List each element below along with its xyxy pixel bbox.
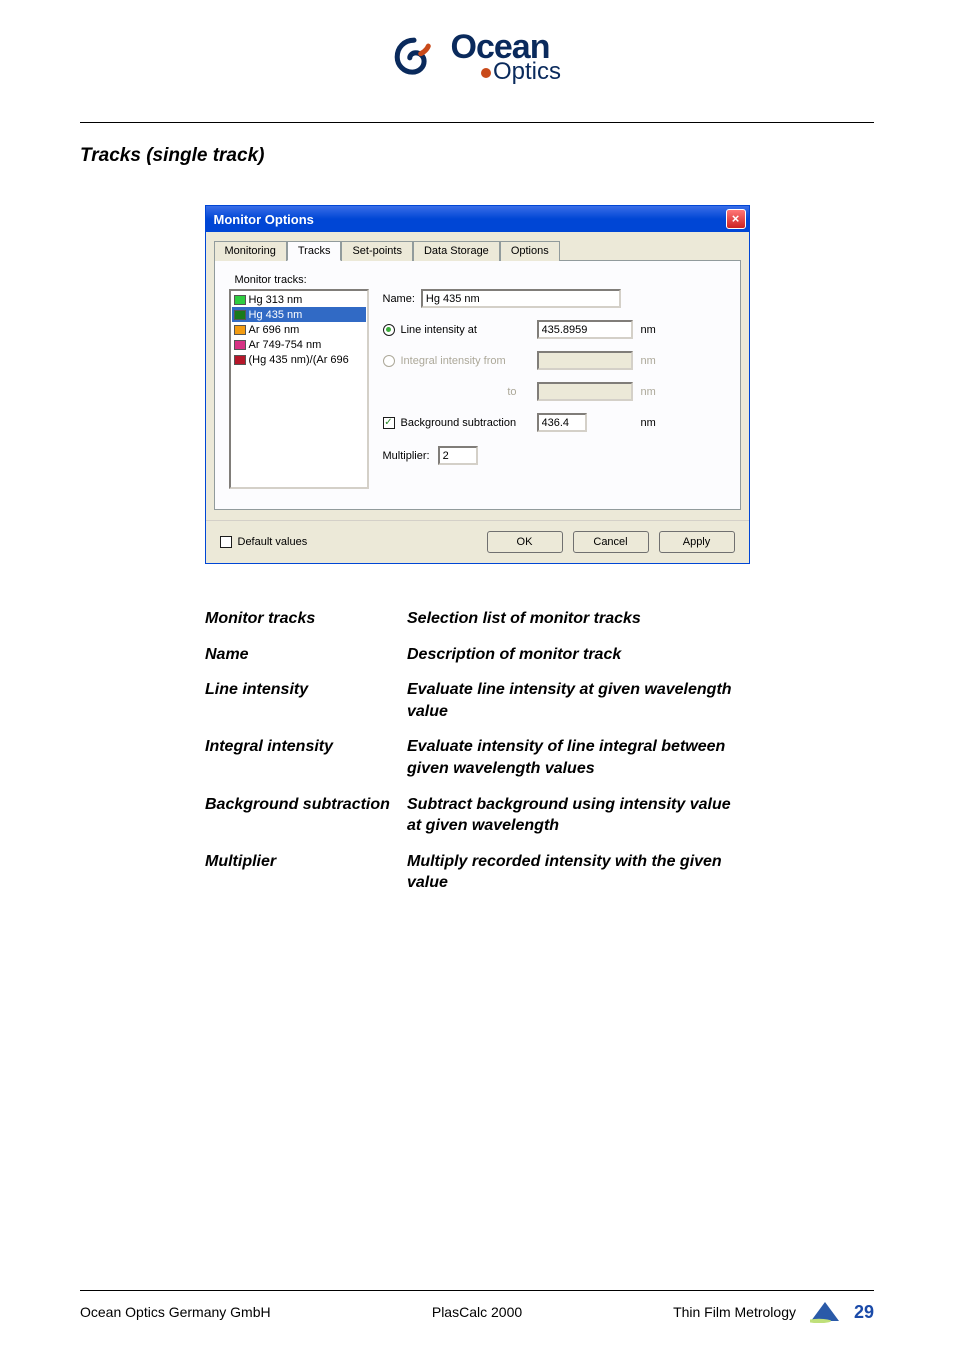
footer-rule — [80, 1290, 874, 1291]
brand-optics: Optics — [481, 60, 561, 84]
tab-setpoints[interactable]: Set-points — [341, 241, 413, 261]
table-row: NameDescription of monitor track — [199, 638, 755, 672]
integral-to-label: to — [401, 386, 531, 398]
tab-tracks[interactable]: Tracks — [287, 241, 342, 261]
definition-desc: Selection list of monitor tracks — [401, 602, 755, 636]
tab-strip: Monitoring Tracks Set-points Data Storag… — [206, 232, 749, 260]
definition-term: Multiplier — [199, 845, 399, 900]
brand-logo: Ocean Optics — [393, 30, 561, 84]
table-row: MultiplierMultiply recorded intensity wi… — [199, 845, 755, 900]
swirl-icon — [393, 36, 435, 78]
dialog-title: Monitor Options — [214, 212, 314, 227]
ok-button[interactable]: OK — [487, 531, 563, 553]
brand-optics-text: Optics — [493, 58, 561, 85]
name-input[interactable] — [421, 289, 621, 308]
list-item[interactable]: Hg 435 nm — [232, 307, 366, 322]
monitor-options-dialog: Monitor Options × Monitoring Tracks Set-… — [205, 205, 750, 564]
tab-options[interactable]: Options — [500, 241, 560, 261]
tab-monitoring[interactable]: Monitoring — [214, 241, 287, 261]
list-item[interactable]: Ar 696 nm — [232, 322, 366, 337]
bg-subtraction-label: Background subtraction — [401, 417, 531, 429]
cancel-button[interactable]: Cancel — [573, 531, 649, 553]
list-item[interactable]: Hg 313 nm — [232, 292, 366, 307]
table-row: Background subtractionSubtract backgroun… — [199, 788, 755, 843]
table-row: Line intensityEvaluate line intensity at… — [199, 673, 755, 728]
track-form: Name: Line intensity at nm Integral inte… — [383, 289, 726, 489]
header-rule — [80, 122, 874, 123]
color-swatch-icon — [234, 325, 246, 335]
list-item-label: Ar 696 nm — [249, 324, 300, 336]
definition-desc: Evaluate intensity of line integral betw… — [401, 730, 755, 785]
definitions-table: Monitor tracksSelection list of monitor … — [197, 600, 757, 902]
color-swatch-icon — [234, 340, 246, 350]
multiplier-label: Multiplier: — [383, 450, 430, 462]
list-item-label: Ar 749-754 nm — [249, 339, 322, 351]
multiplier-input[interactable] — [438, 446, 478, 465]
integral-intensity-label: Integral intensity from — [401, 355, 531, 367]
integral-to-input[interactable] — [537, 382, 633, 401]
color-swatch-icon — [234, 295, 246, 305]
default-values-checkbox[interactable] — [220, 536, 232, 548]
page-number: 29 — [854, 1302, 874, 1323]
apply-button[interactable]: Apply — [659, 531, 735, 553]
bg-subtraction-input[interactable] — [537, 413, 587, 432]
integral-intensity-radio[interactable] — [383, 355, 395, 367]
definition-term: Integral intensity — [199, 730, 399, 785]
tracks-listbox[interactable]: Hg 313 nm Hg 435 nm Ar 696 nm Ar 749-754 nm… — [229, 289, 369, 489]
name-label: Name: — [383, 293, 415, 305]
definition-desc: Multiply recorded intensity with the giv… — [401, 845, 755, 900]
table-row: Monitor tracksSelection list of monitor … — [199, 602, 755, 636]
close-icon[interactable]: × — [726, 209, 746, 229]
definition-term: Line intensity — [199, 673, 399, 728]
list-item[interactable]: (Hg 435 nm)/(Ar 696 — [232, 352, 366, 367]
definition-term: Name — [199, 638, 399, 672]
dot-icon — [481, 68, 491, 78]
line-intensity-input[interactable] — [537, 320, 633, 339]
definition-desc: Subtract background using intensity valu… — [401, 788, 755, 843]
tab-body: Monitor tracks: Hg 313 nm Hg 435 nm Ar 696… — [214, 260, 741, 510]
triangle-logo-icon — [810, 1301, 840, 1323]
bg-subtraction-checkbox[interactable] — [383, 417, 395, 429]
list-item[interactable]: Ar 749-754 nm — [232, 337, 366, 352]
integral-from-unit: nm — [641, 355, 656, 367]
monitor-tracks-label: Monitor tracks: — [235, 274, 726, 286]
default-values-label: Default values — [238, 536, 308, 548]
section-title: Tracks (single track) — [80, 145, 874, 167]
color-swatch-icon — [234, 310, 246, 320]
brand-header: Ocean Optics — [80, 0, 874, 104]
footer-right-text: Thin Film Metrology — [673, 1304, 796, 1320]
definition-desc: Evaluate line intensity at given wavelen… — [401, 673, 755, 728]
line-intensity-unit: nm — [641, 324, 656, 336]
dialog-titlebar[interactable]: Monitor Options × — [206, 206, 749, 232]
definition-desc: Description of monitor track — [401, 638, 755, 672]
bg-subtraction-unit: nm — [641, 417, 656, 429]
footer-mid: PlasCalc 2000 — [345, 1304, 610, 1320]
line-intensity-label: Line intensity at — [401, 324, 531, 336]
definition-term: Background subtraction — [199, 788, 399, 843]
footer-left: Ocean Optics Germany GmbH — [80, 1304, 345, 1320]
integral-to-unit: nm — [641, 386, 656, 398]
list-item-label: Hg 313 nm — [249, 294, 303, 306]
page-footer: Ocean Optics Germany GmbH PlasCalc 2000 … — [80, 1282, 874, 1323]
definition-term: Monitor tracks — [199, 602, 399, 636]
tab-data-storage[interactable]: Data Storage — [413, 241, 500, 261]
list-item-label: (Hg 435 nm)/(Ar 696 — [249, 354, 349, 366]
line-intensity-radio[interactable] — [383, 324, 395, 336]
table-row: Integral intensityEvaluate intensity of … — [199, 730, 755, 785]
dialog-button-row: Default values OK Cancel Apply — [206, 520, 749, 563]
integral-from-input[interactable] — [537, 351, 633, 370]
list-item-label: Hg 435 nm — [249, 309, 303, 321]
color-swatch-icon — [234, 355, 246, 365]
